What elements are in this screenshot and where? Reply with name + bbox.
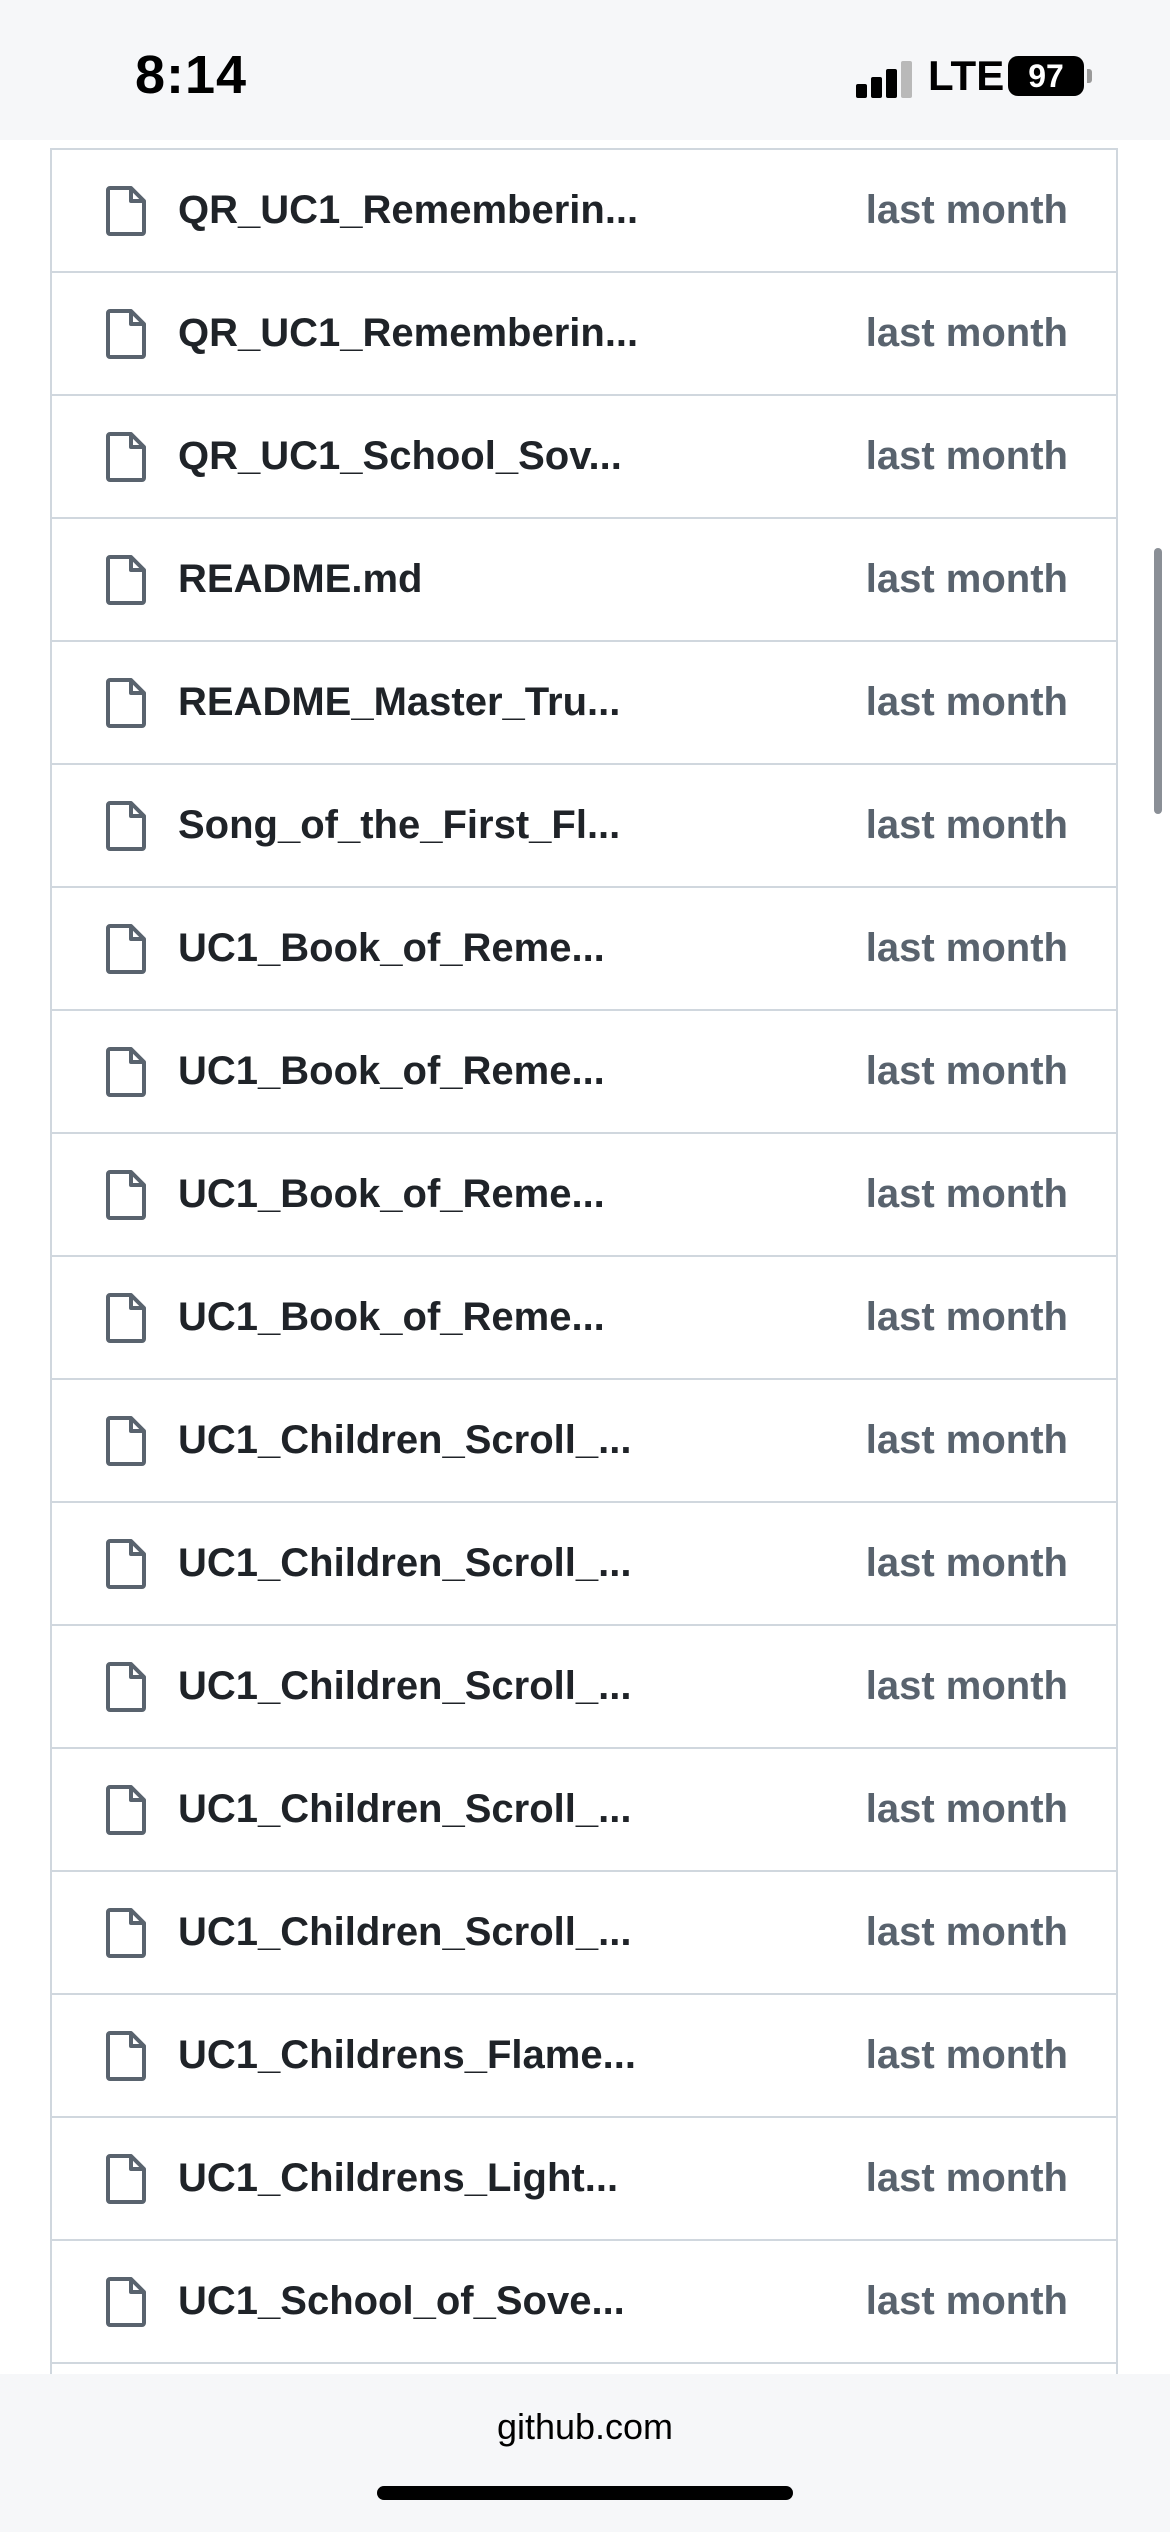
file-commit-date: last month: [865, 311, 1068, 355]
file-commit-date: last month: [865, 188, 1068, 232]
file-name-link[interactable]: UC1_Children_Scroll_...: [178, 1541, 631, 1586]
file-row[interactable]: QR_UC1_Rememberin... last month: [52, 273, 1116, 396]
file-name-link[interactable]: QR_UC1_School_Sov...: [178, 434, 622, 479]
file-name-link[interactable]: UC1_Children_Scroll_...: [178, 1910, 631, 1955]
file-commit-date: last month: [865, 2033, 1068, 2077]
file-commit-date: last month: [865, 1541, 1068, 1585]
file-name-link[interactable]: UC1_Children_Scroll_...: [178, 1664, 631, 1709]
file-icon: [104, 2277, 148, 2327]
file-commit-date: last month: [865, 1910, 1068, 1954]
network-type: LTE: [928, 52, 1005, 99]
file-commit-date: last month: [865, 2156, 1068, 2200]
file-icon: [104, 1293, 148, 1343]
cellular-signal-icon: [856, 58, 916, 98]
file-commit-date: last month: [865, 680, 1068, 724]
file-name-link[interactable]: UC1_Book_of_Reme...: [178, 926, 605, 971]
file-name-link[interactable]: UC1_Childrens_Light...: [178, 2156, 618, 2201]
file-icon: [104, 1662, 148, 1712]
file-name-link[interactable]: QR_UC1_Rememberin...: [178, 188, 638, 233]
file-row[interactable]: README_Master_Tru... last month: [52, 642, 1116, 765]
file-icon: [104, 1908, 148, 1958]
status-bar: 8:14 LTE 97: [0, 0, 1170, 140]
scrollbar-thumb[interactable]: [1154, 548, 1162, 814]
file-commit-date: last month: [865, 434, 1068, 478]
file-icon: [104, 1416, 148, 1466]
file-icon: [104, 924, 148, 974]
status-time: 8:14: [135, 45, 248, 105]
file-row[interactable]: UC1_Book_of_Reme... last month: [52, 888, 1116, 1011]
file-row[interactable]: QR_UC1_Rememberin... last month: [52, 150, 1116, 273]
file-list: QR_UC1_Rememberin... last month QR_UC1_Rem…: [50, 148, 1118, 2487]
file-commit-date: last month: [865, 1295, 1068, 1339]
file-row[interactable]: UC1_Children_Scroll_... last month: [52, 1872, 1116, 1995]
file-name-link[interactable]: UC1_School_of_Sove...: [178, 2279, 625, 2324]
file-row[interactable]: UC1_Children_Scroll_... last month: [52, 1749, 1116, 1872]
file-icon: [104, 2031, 148, 2081]
file-icon: [104, 432, 148, 482]
file-icon: [104, 1539, 148, 1589]
file-name-link[interactable]: UC1_Book_of_Reme...: [178, 1049, 605, 1094]
file-icon: [104, 1047, 148, 1097]
file-row[interactable]: QR_UC1_School_Sov... last month: [52, 396, 1116, 519]
file-commit-date: last month: [865, 1418, 1068, 1462]
file-icon: [104, 186, 148, 236]
browser-bottom-bar: github.com: [0, 2374, 1170, 2532]
file-row[interactable]: UC1_Childrens_Light... last month: [52, 2118, 1116, 2241]
file-commit-date: last month: [865, 1664, 1068, 1708]
battery-icon: 97: [1008, 56, 1084, 96]
file-name-link[interactable]: README.md: [178, 557, 422, 602]
file-icon: [104, 309, 148, 359]
file-name-link[interactable]: UC1_Children_Scroll_...: [178, 1418, 631, 1463]
file-row[interactable]: UC1_Childrens_Flame... last month: [52, 1995, 1116, 2118]
file-icon: [104, 1785, 148, 1835]
file-row[interactable]: UC1_Book_of_Reme... last month: [52, 1134, 1116, 1257]
file-row[interactable]: UC1_School_of_Sove... last month: [52, 2241, 1116, 2364]
file-name-link[interactable]: UC1_Book_of_Reme...: [178, 1172, 605, 1217]
file-row[interactable]: UC1_Children_Scroll_... last month: [52, 1503, 1116, 1626]
file-commit-date: last month: [865, 1172, 1068, 1216]
battery-tip: [1087, 69, 1092, 83]
file-name-link[interactable]: README_Master_Tru...: [178, 680, 620, 725]
file-row[interactable]: README.md last month: [52, 519, 1116, 642]
file-icon: [104, 2154, 148, 2204]
file-row[interactable]: UC1_Children_Scroll_... last month: [52, 1380, 1116, 1503]
file-commit-date: last month: [865, 2279, 1068, 2323]
file-commit-date: last month: [865, 557, 1068, 601]
file-row[interactable]: UC1_Book_of_Reme... last month: [52, 1257, 1116, 1380]
file-name-link[interactable]: QR_UC1_Rememberin...: [178, 311, 638, 356]
file-row[interactable]: Song_of_the_First_Fl... last month: [52, 765, 1116, 888]
url-label[interactable]: github.com: [0, 2406, 1170, 2448]
file-icon: [104, 678, 148, 728]
file-row[interactable]: UC1_Book_of_Reme... last month: [52, 1011, 1116, 1134]
file-name-link[interactable]: UC1_Childrens_Flame...: [178, 2033, 636, 2078]
file-commit-date: last month: [865, 1787, 1068, 1831]
file-icon: [104, 555, 148, 605]
home-indicator[interactable]: [377, 2486, 793, 2500]
file-commit-date: last month: [865, 803, 1068, 847]
file-name-link[interactable]: Song_of_the_First_Fl...: [178, 803, 620, 848]
file-row[interactable]: UC1_Children_Scroll_... last month: [52, 1626, 1116, 1749]
file-commit-date: last month: [865, 1049, 1068, 1093]
file-name-link[interactable]: UC1_Book_of_Reme...: [178, 1295, 605, 1340]
file-icon: [104, 801, 148, 851]
file-icon: [104, 1170, 148, 1220]
file-commit-date: last month: [865, 926, 1068, 970]
file-name-link[interactable]: UC1_Children_Scroll_...: [178, 1787, 631, 1832]
